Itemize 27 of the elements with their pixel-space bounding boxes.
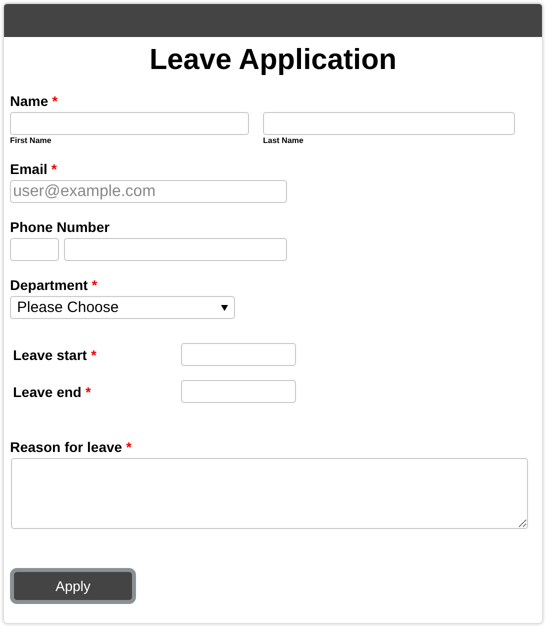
form-title: Leave Application [148, 43, 398, 77]
date-field[interactable] [181, 380, 296, 403]
required-mark: * [51, 161, 57, 177]
caret-icon [221, 304, 228, 310]
department-dropdown[interactable]: Please Choose [10, 296, 235, 319]
field-hint: First Name [10, 136, 52, 145]
area-code-field[interactable] [10, 238, 59, 261]
required-mark: * [52, 93, 58, 109]
required-mark: * [92, 277, 98, 293]
last-name-field[interactable] [263, 112, 515, 135]
field-label: Reason for leave [10, 439, 122, 455]
phone-field[interactable] [64, 238, 287, 261]
reason-field[interactable] [11, 458, 528, 529]
apply-button[interactable]: Apply [10, 568, 136, 604]
required-mark: * [85, 384, 91, 400]
field-label: Email [10, 161, 48, 177]
field-hint: Last Name [263, 136, 304, 145]
field-label: Leave end [13, 384, 82, 400]
field-label: Leave start [13, 346, 87, 362]
field-label: Phone Number [10, 219, 110, 235]
email-field[interactable]: user@example.com [10, 180, 287, 203]
required-mark: * [126, 439, 132, 455]
required-mark: * [90, 346, 96, 362]
date-field[interactable] [181, 343, 296, 366]
field-label: Name [10, 93, 48, 109]
field-label: Department [10, 277, 88, 293]
first-name-field[interactable] [10, 112, 249, 135]
